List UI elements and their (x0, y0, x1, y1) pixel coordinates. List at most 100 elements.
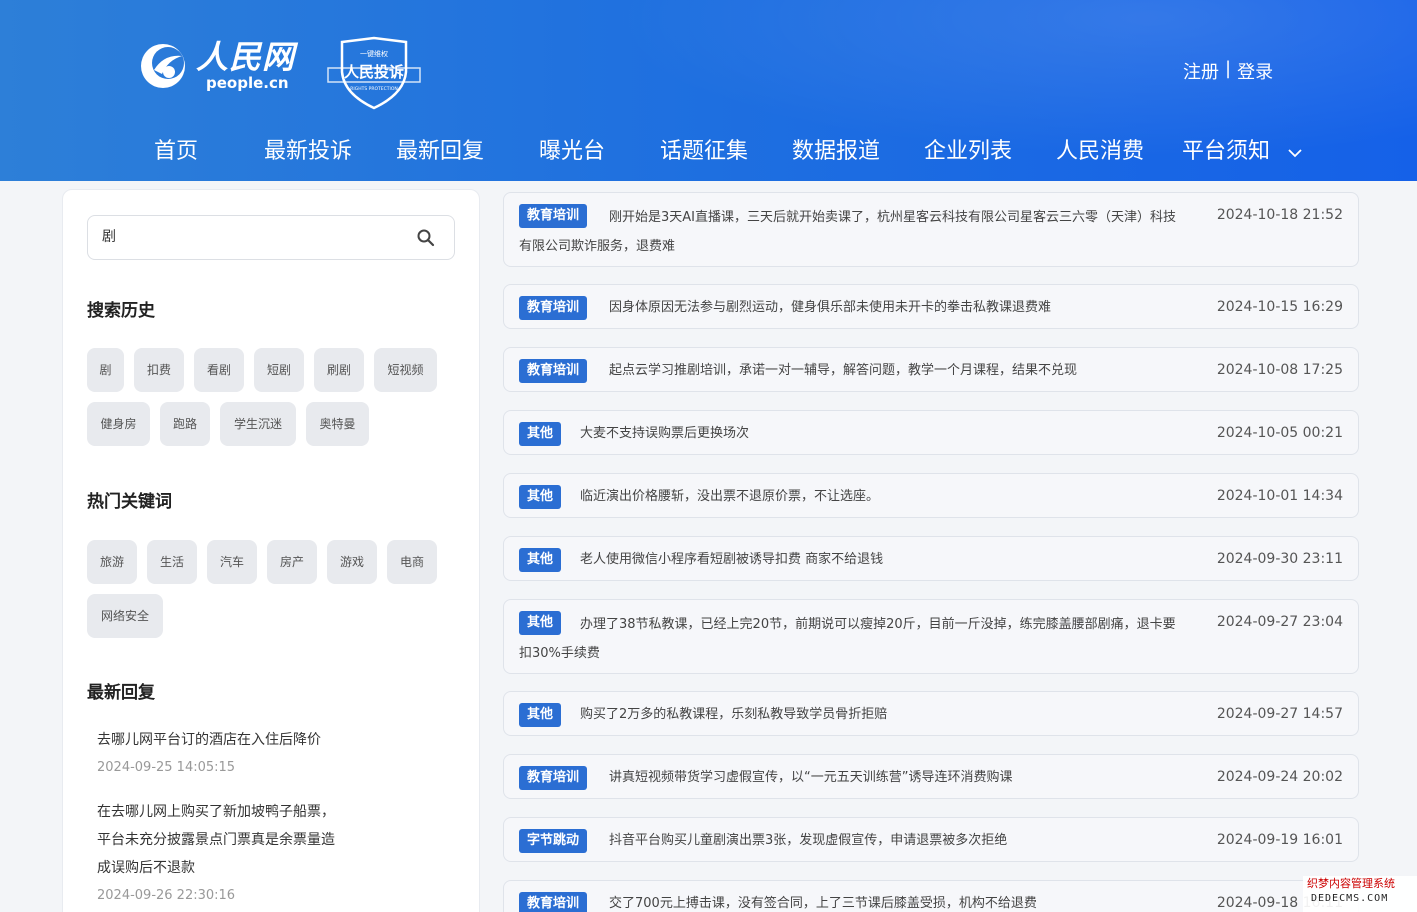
category-badge: 教育培训 (519, 359, 588, 383)
latest-replies-title: 最新回复 (87, 683, 155, 703)
reply-item[interactable]: 去哪儿网平台订的酒店在入住后降价 2024-09-25 14:05:15 (97, 726, 397, 778)
search-box (87, 215, 455, 260)
history-tag[interactable]: 看剧 (194, 348, 244, 392)
complaint-item[interactable]: 其他 临近演出价格腰斩，没出票不退原价票，不让选座。 2024-10-01 14… (503, 473, 1359, 518)
complaint-time: 2024-09-27 23:04 (1216, 614, 1343, 630)
hot-tag[interactable]: 汽车 (207, 540, 257, 584)
logo-chinese: 人民网 (196, 38, 296, 76)
hot-tag[interactable]: 房产 (267, 540, 317, 584)
complaint-item[interactable]: 其他 办理了38节私教课，已经上完20节，前期说可以瘦掉20斤，目前一斤没掉，练… (503, 599, 1359, 674)
people-logo-icon (138, 38, 188, 92)
history-tag[interactable]: 奥特曼 (306, 402, 369, 446)
complaint-text-line: 因身体原因无法参与剧烈运动，健身俱乐部未使用未开卡的拳击私教课退费难 (609, 300, 1052, 315)
nav-people-consumer[interactable]: 人民消费 (1056, 133, 1144, 171)
history-tag[interactable]: 学生沉迷 (220, 402, 296, 446)
reply-time: 2024-09-25 14:05:15 (97, 760, 236, 775)
history-tag[interactable]: 跑路 (160, 402, 210, 446)
complaint-time: 2024-10-01 14:34 (1216, 488, 1343, 504)
search-icon[interactable] (416, 228, 436, 248)
complaint-text-line: 老人使用微信小程序看短剧被诱导扣费 商家不给退钱 (580, 552, 884, 567)
nav-platform-notice[interactable]: 平台须知 (1182, 133, 1303, 171)
badge-main-text: 人民投诉 (344, 63, 404, 81)
nav-company-list[interactable]: 企业列表 (924, 133, 1012, 171)
nav-exposure[interactable]: 曝光台 (539, 133, 605, 171)
reply-item[interactable]: 在去哪儿网上购买了新加坡鸭子船票， 平台未充分披露景点门票真是余票量造 成误购后… (97, 798, 397, 906)
complaint-item[interactable]: 其他 老人使用微信小程序看短剧被诱导扣费 商家不给退钱 2024-09-30 2… (503, 536, 1359, 581)
complaint-time: 2024-10-05 00:21 (1216, 425, 1343, 441)
logo-english: people.cn (206, 74, 289, 92)
category-badge: 其他 (519, 422, 562, 446)
complaint-item[interactable]: 教育培训 刚开始是3天AI直播课，三天后就开始卖课了，杭州星客云科技有限公司星客… (503, 192, 1359, 267)
watermark: 织梦内容管理系统 DEDECMS.COM (1303, 876, 1417, 912)
rights-badge[interactable]: 一键维权 人民投诉 RIGHTS PROTECTION (326, 36, 422, 110)
hot-tag[interactable]: 网络安全 (87, 594, 163, 638)
search-history-title: 搜索历史 (87, 301, 155, 321)
people-logo[interactable]: 人民网 people.cn (138, 38, 295, 92)
category-badge: 教育培训 (519, 892, 588, 912)
complaint-text-line: 临近演出价格腰斩，没出票不退原价票，不让选座。 (580, 489, 880, 504)
login-link[interactable]: 登录 (1237, 58, 1273, 84)
register-link[interactable]: 注册 (1183, 58, 1219, 84)
complaint-text-line: 大麦不支持误购票后更换场次 (580, 426, 750, 441)
complaint-time: 2024-10-15 16:29 (1216, 299, 1343, 315)
complaint-time: 2024-10-08 17:25 (1216, 362, 1343, 378)
nav-data-reports[interactable]: 数据报道 (792, 133, 880, 171)
complaint-time: 2024-09-24 20:02 (1216, 769, 1343, 785)
category-badge: 其他 (519, 548, 562, 572)
reply-title-line: 在去哪儿网上购买了新加坡鸭子船票， (97, 804, 335, 820)
reply-time: 2024-09-26 22:30:16 (97, 888, 236, 903)
complaint-text-line: 讲真短视频带货学习虚假宣传，以“一元五天训练营”诱导连环消费购课 (609, 770, 1013, 785)
complaint-time: 2024-10-18 21:52 (1216, 207, 1343, 223)
chevron-down-icon (1287, 133, 1303, 171)
category-badge: 其他 (519, 611, 562, 635)
complaint-item[interactable]: 其他 大麦不支持误购票后更换场次 2024-10-05 00:21 (503, 410, 1359, 455)
complaint-text-line: 起点云学习推剧培训，承诺一对一辅导，解答问题，教学一个月课程，结果不兑现 (609, 363, 1078, 378)
badge-top-text: 一键维权 (360, 49, 388, 58)
watermark-line1: 织梦内容管理系统 (1307, 877, 1395, 890)
complaint-item[interactable]: 其他 购买了2万多的私教课程，乐刻私教导致学员骨折拒赔 2024-09-27 1… (503, 691, 1359, 736)
complaint-item[interactable]: 教育培训 因身体原因无法参与剧烈运动，健身俱乐部未使用未开卡的拳击私教课退费难 … (503, 284, 1359, 329)
hot-keywords-title: 热门关键词 (87, 492, 172, 512)
hot-tag[interactable]: 游戏 (327, 540, 377, 584)
complaint-item[interactable]: 教育培训 起点云学习推剧培训，承诺一对一辅导，解答问题，教学一个月课程，结果不兑… (503, 347, 1359, 392)
complaint-time: 2024-09-30 23:11 (1216, 551, 1343, 567)
hot-tag[interactable]: 电商 (387, 540, 437, 584)
category-badge: 教育培训 (519, 766, 588, 790)
reply-title-line: 成误购后不退款 (97, 860, 195, 876)
history-tag[interactable]: 剧 (87, 348, 124, 392)
main-nav: 首页 最新投诉 最新回复 曝光台 话题征集 数据报道 企业列表 人民消费 平台须… (0, 133, 1417, 171)
history-tag[interactable]: 健身房 (87, 402, 150, 446)
history-tag[interactable]: 短剧 (254, 348, 304, 392)
nav-latest-replies[interactable]: 最新回复 (396, 133, 484, 171)
complaint-text-line: 刚开始是3天AI直播课，三天后就开始卖课了，杭州星客云科技有限公司星客云三六零（… (609, 210, 1176, 225)
complaint-text-line: 有限公司欺诈服务，退费难 (519, 239, 676, 254)
sidebar: 搜索历史 剧 扣费 看剧 短剧 刷剧 短视频 健身房 跑路 学生沉迷 奥特曼 热… (62, 189, 480, 912)
hot-tag[interactable]: 旅游 (87, 540, 137, 584)
complaint-text-line: 抖音平台购买儿童剧演出票3张，发现虚假宣传，申请退票被多次拒绝 (609, 833, 1008, 848)
history-tag[interactable]: 刷剧 (314, 348, 364, 392)
category-badge: 教育培训 (519, 204, 588, 228)
category-badge: 教育培训 (519, 296, 588, 320)
history-tag[interactable]: 扣费 (134, 348, 184, 392)
nav-latest-complaints[interactable]: 最新投诉 (264, 133, 352, 171)
nav-topics[interactable]: 话题征集 (660, 133, 748, 171)
nav-home[interactable]: 首页 (154, 133, 198, 171)
complaint-text-line: 购买了2万多的私教课程，乐刻私教导致学员骨折拒赔 (580, 707, 888, 722)
complaint-time: 2024-09-27 14:57 (1216, 706, 1343, 722)
hot-tag[interactable]: 生活 (147, 540, 197, 584)
complaint-item[interactable]: 字节跳动 抖音平台购买儿童剧演出票3张，发现虚假宣传，申请退票被多次拒绝 202… (503, 817, 1359, 862)
history-tag[interactable]: 短视频 (374, 348, 437, 392)
site-header: 人民网 people.cn 一键维权 人民投诉 RIGHTS PROTECTIO… (0, 0, 1417, 181)
category-badge: 字节跳动 (519, 829, 588, 853)
reply-title-line: 平台未充分披露景点门票真是余票量造 (97, 832, 335, 848)
watermark-line2: DEDECMS.COM (1311, 893, 1389, 904)
category-badge: 其他 (519, 485, 562, 509)
complaint-item[interactable]: 教育培训 讲真短视频带货学习虚假宣传，以“一元五天训练营”诱导连环消费购课 20… (503, 754, 1359, 799)
search-input[interactable] (102, 228, 402, 244)
complaint-text-line: 办理了38节私教课，已经上完20节，前期说可以瘦掉20斤，目前一斤没掉，练完膝盖… (580, 617, 1176, 632)
category-badge: 其他 (519, 703, 562, 727)
complaint-text-line: 扣30%手续费 (519, 646, 600, 661)
complaint-text-line: 交了700元上搏击课，没有签合同，上了三节课后膝盖受损，机构不给退费 (609, 896, 1037, 911)
complaint-item[interactable]: 教育培训 交了700元上搏击课，没有签合同，上了三节课后膝盖受损，机构不给退费 … (503, 880, 1359, 912)
complaint-time: 2024-09-19 16:01 (1216, 832, 1343, 848)
